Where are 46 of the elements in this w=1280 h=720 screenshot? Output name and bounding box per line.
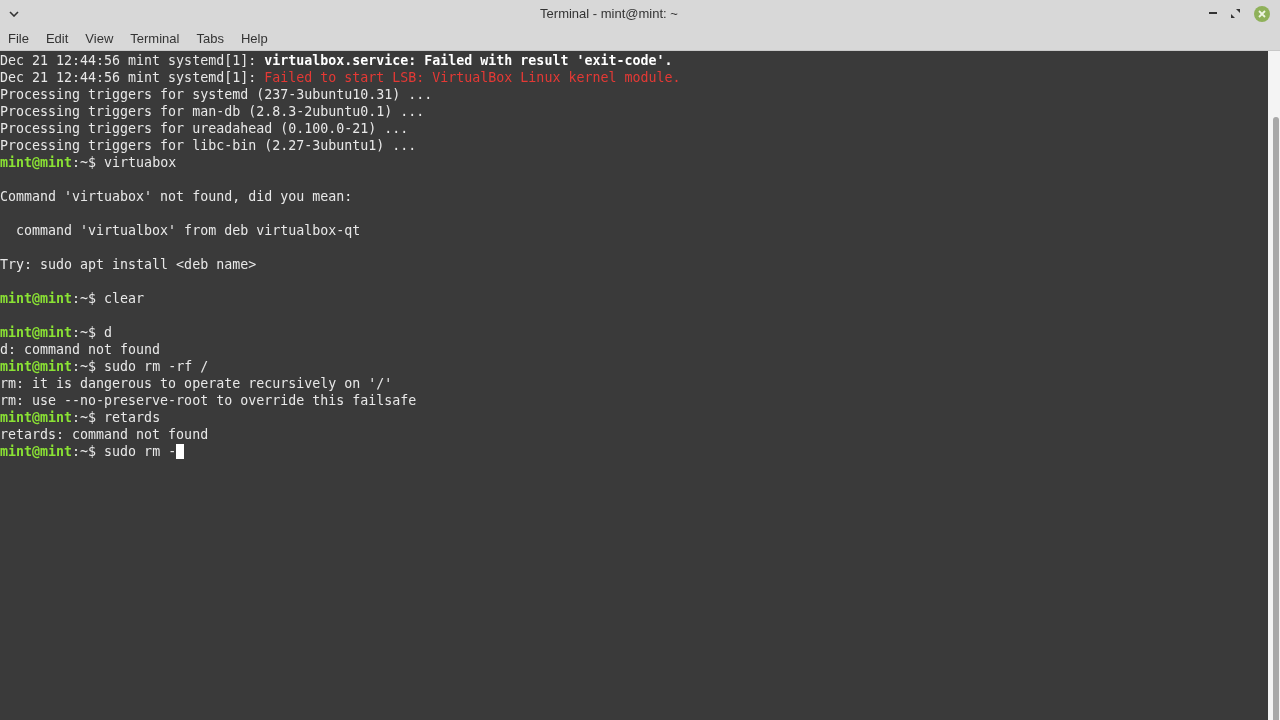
command-text: retards bbox=[104, 409, 161, 426]
scrollbar-thumb[interactable] bbox=[1273, 117, 1279, 720]
log-message: virtualbox.service: Failed with result 'exit-code'. bbox=[264, 52, 673, 69]
menu-item[interactable]: File bbox=[8, 28, 29, 49]
prompt-path: :~$ bbox=[72, 290, 98, 307]
menu-item[interactable]: Tabs bbox=[196, 28, 224, 49]
prompt-path: :~$ bbox=[72, 324, 98, 341]
prompt-user: mint@mint bbox=[0, 154, 73, 171]
prompt-user: mint@mint bbox=[0, 409, 73, 426]
output-line: command 'virtualbox' from deb virtualbox-qt bbox=[15, 223, 361, 238]
output-line: Processing triggers for ureadahead (0.100.0-21) ... bbox=[0, 121, 409, 136]
prompt-path: :~$ bbox=[72, 443, 98, 460]
maximize-icon[interactable] bbox=[1231, 9, 1240, 18]
output-line: d: command not found bbox=[0, 342, 161, 357]
log-message: Failed to start LSB: VirtualBox Linux kernel module. bbox=[264, 69, 681, 86]
output-line: rm: use --no-preserve-root to override this failsafe bbox=[0, 393, 417, 408]
output-line: Processing triggers for man-db (2.8.3-2ubuntu0.1) ... bbox=[0, 104, 425, 119]
output-line: rm: it is dangerous to operate recursively on '/' bbox=[0, 376, 393, 391]
prompt-user: mint@mint bbox=[0, 358, 73, 375]
menu-item[interactable]: Terminal bbox=[130, 28, 180, 49]
chevron-icon[interactable] bbox=[9, 10, 19, 17]
prompt-user: mint@mint bbox=[0, 290, 73, 307]
output-line: Processing triggers for libc-bin (2.27-3ubuntu1) ... bbox=[0, 138, 417, 153]
prompt-user: mint@mint bbox=[0, 324, 73, 341]
command-text: clear bbox=[104, 290, 145, 307]
prompt-path: :~$ bbox=[72, 154, 98, 171]
menu-item[interactable]: View bbox=[85, 28, 114, 49]
log-prefix: Dec 21 12:44:56 mint systemd[1]: bbox=[0, 52, 258, 69]
menu-item[interactable]: Edit bbox=[45, 28, 69, 49]
menu-item[interactable]: Help bbox=[240, 28, 268, 49]
prompt-path: :~$ bbox=[72, 409, 98, 426]
window-title: Terminal - mint@mint: ~ bbox=[540, 4, 678, 23]
output-line: Command 'virtuabox' not found, did you mean: bbox=[0, 189, 353, 204]
prompt-path: :~$ bbox=[72, 358, 98, 375]
output-line: Processing triggers for systemd (237-3ubuntu10.31) ... bbox=[0, 87, 433, 102]
prompt-user: mint@mint bbox=[0, 443, 73, 460]
output-line: Try: sudo apt install <deb name> bbox=[0, 257, 257, 272]
scrollbar[interactable] bbox=[1268, 51, 1280, 720]
output-line: retards: command not found bbox=[0, 427, 209, 442]
minimize-icon[interactable] bbox=[1209, 12, 1217, 15]
close-icon[interactable] bbox=[1254, 5, 1270, 22]
command-text: virtuabox bbox=[104, 154, 177, 171]
log-prefix: Dec 21 12:44:56 mint systemd[1]: bbox=[0, 69, 258, 86]
command-text: sudo rm - bbox=[104, 443, 177, 460]
command-text: d bbox=[104, 324, 113, 341]
command-text: sudo rm -rf / bbox=[104, 358, 209, 375]
